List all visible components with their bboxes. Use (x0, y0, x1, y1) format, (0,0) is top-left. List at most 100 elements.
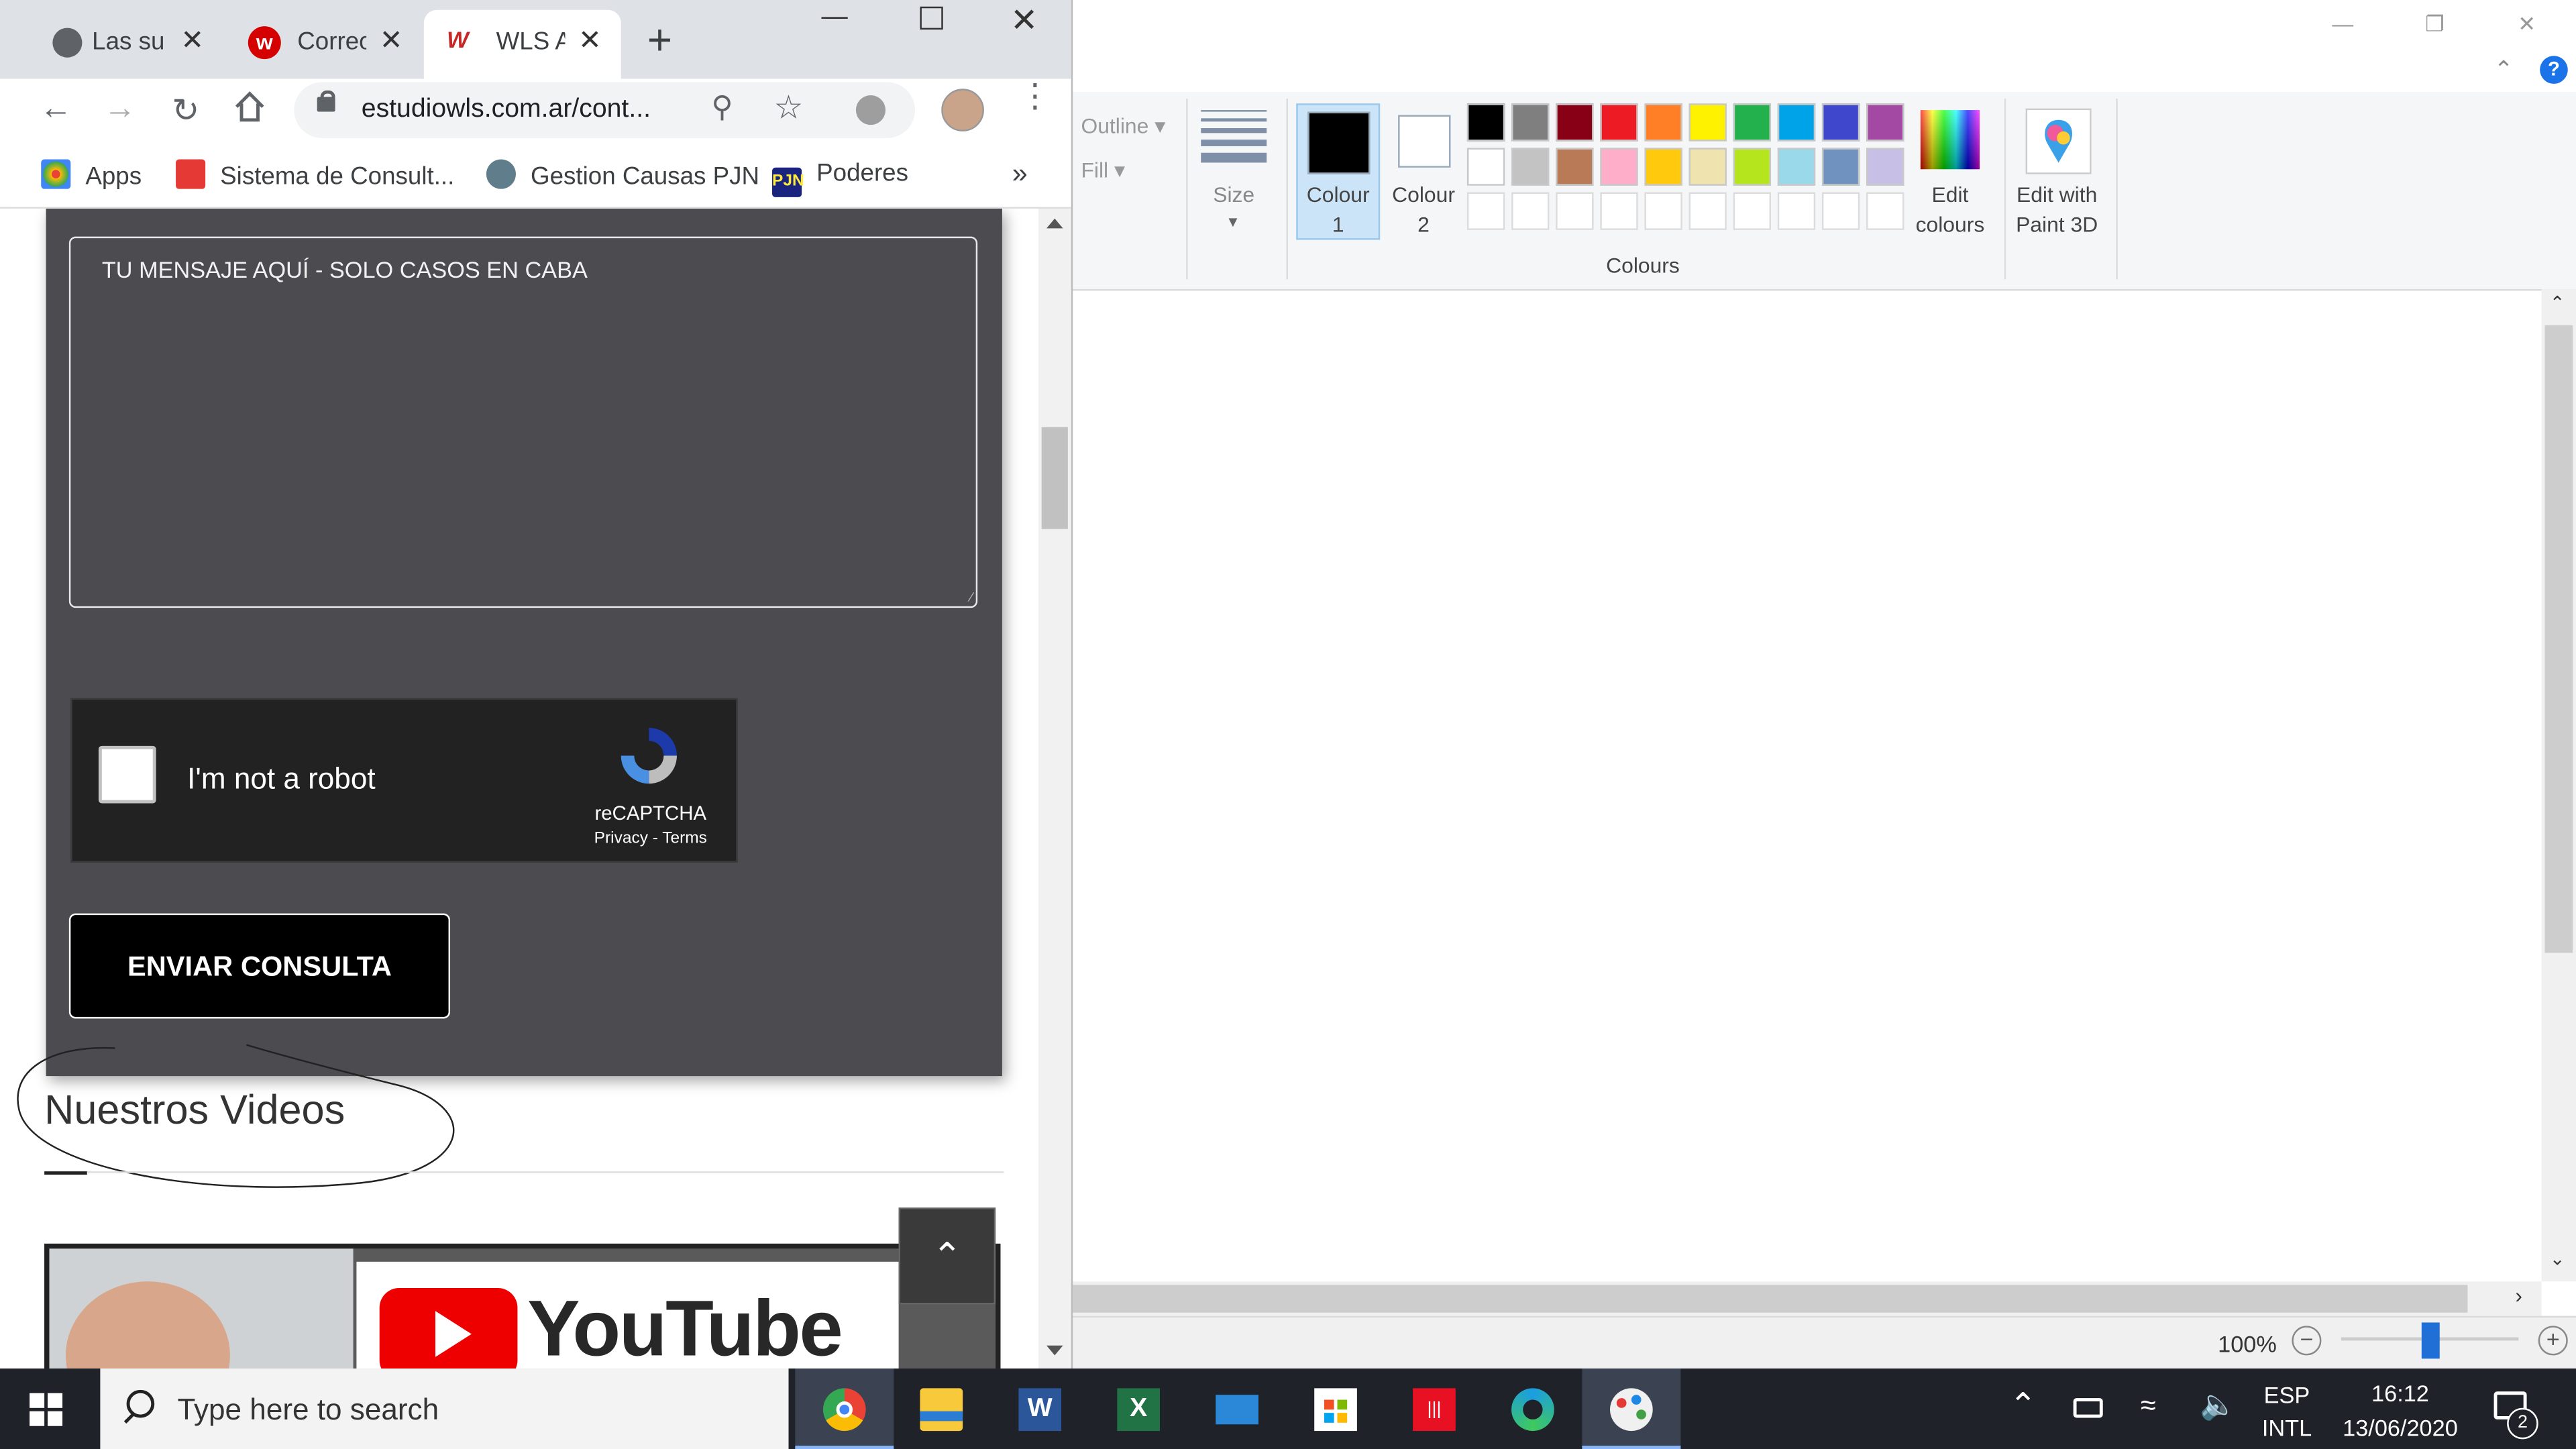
bookmark-star-icon[interactable]: ☆ (773, 87, 803, 128)
palette-swatch[interactable] (1556, 103, 1594, 142)
extension-icon[interactable] (855, 95, 886, 125)
taskbar-edge[interactable] (1483, 1368, 1582, 1449)
palette-swatch[interactable] (1688, 103, 1727, 142)
recaptcha-links[interactable]: Privacy - Terms (572, 830, 729, 848)
custom-colour-slot[interactable] (1777, 192, 1816, 230)
maximize-button[interactable] (920, 6, 943, 30)
paint-hscroll-thumb[interactable] (1071, 1285, 2468, 1313)
video-thumbnail[interactable]: YouTube (44, 1243, 1001, 1369)
volume-icon[interactable]: 🔈 (2200, 1388, 2237, 1422)
custom-colour-slot[interactable] (1866, 192, 1904, 230)
custom-colour-slot[interactable] (1644, 192, 1682, 230)
palette-swatch[interactable] (1733, 103, 1772, 142)
back-icon[interactable]: ← (34, 91, 77, 128)
custom-colour-slot[interactable] (1511, 192, 1550, 230)
scroll-up-icon[interactable]: ⌃ (2550, 292, 2565, 313)
bookmark-poderes[interactable]: PJN Poderes (772, 160, 908, 197)
paint-close-button[interactable]: ✕ (2491, 3, 2563, 46)
clock[interactable]: 16:12 13/06/2020 (2333, 1377, 2468, 1446)
paint3d-icon[interactable] (2025, 108, 2092, 174)
tab-las-su[interactable]: Las su ✕ (36, 10, 230, 79)
scroll-down-icon[interactable] (1046, 1345, 1063, 1356)
address-bar[interactable]: estudiowls.com.ar/cont... ⚲ ☆ (294, 82, 916, 138)
close-window-button[interactable]: ✕ (1010, 0, 1038, 41)
close-tab-icon[interactable]: ✕ (578, 25, 602, 58)
palette-swatch[interactable] (1511, 103, 1550, 142)
paint-restore-button[interactable]: ❐ (2399, 3, 2471, 46)
palette-swatch[interactable] (1821, 148, 1860, 186)
taskbar-store[interactable] (1287, 1368, 1385, 1449)
help-icon[interactable]: ? (2540, 56, 2568, 84)
edit-paint3d-button[interactable]: Edit with Paint 3D (2008, 180, 2106, 239)
show-hidden-icons[interactable]: ⌃ (2009, 1385, 2037, 1426)
outline-dropdown[interactable]: Outline ▾ (1081, 113, 1165, 140)
profile-avatar[interactable] (941, 89, 984, 131)
menu-icon[interactable]: ⋮ (1018, 80, 1051, 113)
paint-horizontal-scrollbar[interactable]: › (1071, 1281, 2542, 1316)
taskbar-file-explorer[interactable] (892, 1368, 991, 1449)
palette-swatch[interactable] (1644, 148, 1682, 186)
palette-swatch[interactable] (1466, 148, 1505, 186)
zoom-slider-thumb[interactable] (2421, 1322, 2440, 1359)
palette-swatch[interactable] (1600, 148, 1638, 186)
palette-swatch[interactable] (1556, 148, 1594, 186)
more-bookmarks-icon[interactable]: » (1012, 158, 1028, 191)
palette-swatch[interactable] (1866, 103, 1904, 142)
forward-icon[interactable]: → (99, 91, 142, 128)
taskbar-chrome[interactable] (795, 1368, 894, 1449)
taskbar-mail[interactable] (1188, 1368, 1287, 1449)
reload-icon[interactable]: ↻ (164, 91, 207, 131)
battery-icon[interactable] (2073, 1398, 2103, 1418)
custom-colour-slot[interactable] (1600, 192, 1638, 230)
size-button[interactable] (1201, 110, 1267, 169)
resize-handle-icon[interactable]: ∕ (971, 590, 973, 604)
taskbar-red-app[interactable]: ||| (1385, 1368, 1484, 1449)
edit-colours-button[interactable]: Edit colours (1907, 180, 1992, 239)
wifi-icon[interactable]: ≈ (2141, 1390, 2156, 1423)
scroll-right-icon[interactable]: › (2515, 1283, 2522, 1308)
close-tab-icon[interactable]: ✕ (380, 25, 403, 58)
colour2-swatch[interactable] (1398, 115, 1451, 168)
page-scroll-thumb[interactable] (1041, 427, 1068, 529)
palette-swatch[interactable] (1777, 148, 1816, 186)
taskbar-search-box[interactable]: Type here to search (100, 1368, 789, 1449)
palette-swatch[interactable] (1688, 148, 1727, 186)
edit-colours-icon[interactable] (1920, 110, 1980, 170)
tab-wls[interactable]: W WLS A ✕ (423, 9, 621, 79)
palette-swatch[interactable] (1600, 103, 1638, 142)
bookmark-sistema[interactable]: Sistema de Consult... (176, 159, 454, 191)
language-indicator[interactable]: ESP INTL (2254, 1379, 2320, 1444)
send-button[interactable]: ENVIAR CONSULTA (68, 913, 451, 1019)
palette-swatch[interactable] (1644, 103, 1682, 142)
tab-correo[interactable]: w Correo ✕ (231, 10, 422, 79)
recaptcha-checkbox[interactable] (98, 745, 156, 804)
page-scrollbar[interactable] (1038, 209, 1071, 1369)
palette-swatch[interactable] (1821, 103, 1860, 142)
scroll-up-icon[interactable] (1046, 218, 1063, 229)
custom-colour-slot[interactable] (1733, 192, 1772, 230)
scroll-down-icon[interactable]: ⌄ (2550, 1248, 2565, 1270)
zoom-in-icon[interactable]: + (2538, 1326, 2568, 1356)
palette-swatch[interactable] (1733, 148, 1772, 186)
start-button[interactable] (30, 1393, 63, 1426)
custom-colour-slot[interactable] (1688, 192, 1727, 230)
bookmark-apps[interactable]: Apps (41, 159, 142, 191)
paint-canvas[interactable] (1071, 290, 2542, 1282)
palette-swatch[interactable] (1866, 148, 1904, 186)
taskbar-excel[interactable]: X (1089, 1368, 1188, 1449)
taskbar-word[interactable]: W (991, 1368, 1089, 1449)
zoom-icon[interactable]: ⚲ (711, 91, 733, 125)
close-tab-icon[interactable]: ✕ (180, 25, 204, 58)
message-textarea[interactable]: TU MENSAJE AQUÍ - SOLO CASOS EN CABA ∕ (68, 236, 978, 608)
custom-colour-slot[interactable] (1466, 192, 1505, 230)
taskbar-paint[interactable] (1582, 1368, 1681, 1449)
minimize-button[interactable]: — (822, 3, 848, 33)
palette-swatch[interactable] (1511, 148, 1550, 186)
paint-vertical-scrollbar[interactable]: ⌃ ⌄ (2541, 289, 2576, 1282)
home-icon[interactable] (228, 89, 271, 135)
paint-vscroll-thumb[interactable] (2544, 325, 2573, 953)
collapse-ribbon-icon[interactable]: ⌃ (2494, 56, 2514, 84)
bookmark-gestion[interactable]: Gestion Causas PJN (486, 159, 759, 191)
zoom-out-icon[interactable]: − (2292, 1326, 2322, 1356)
palette-swatch[interactable] (1777, 103, 1816, 142)
